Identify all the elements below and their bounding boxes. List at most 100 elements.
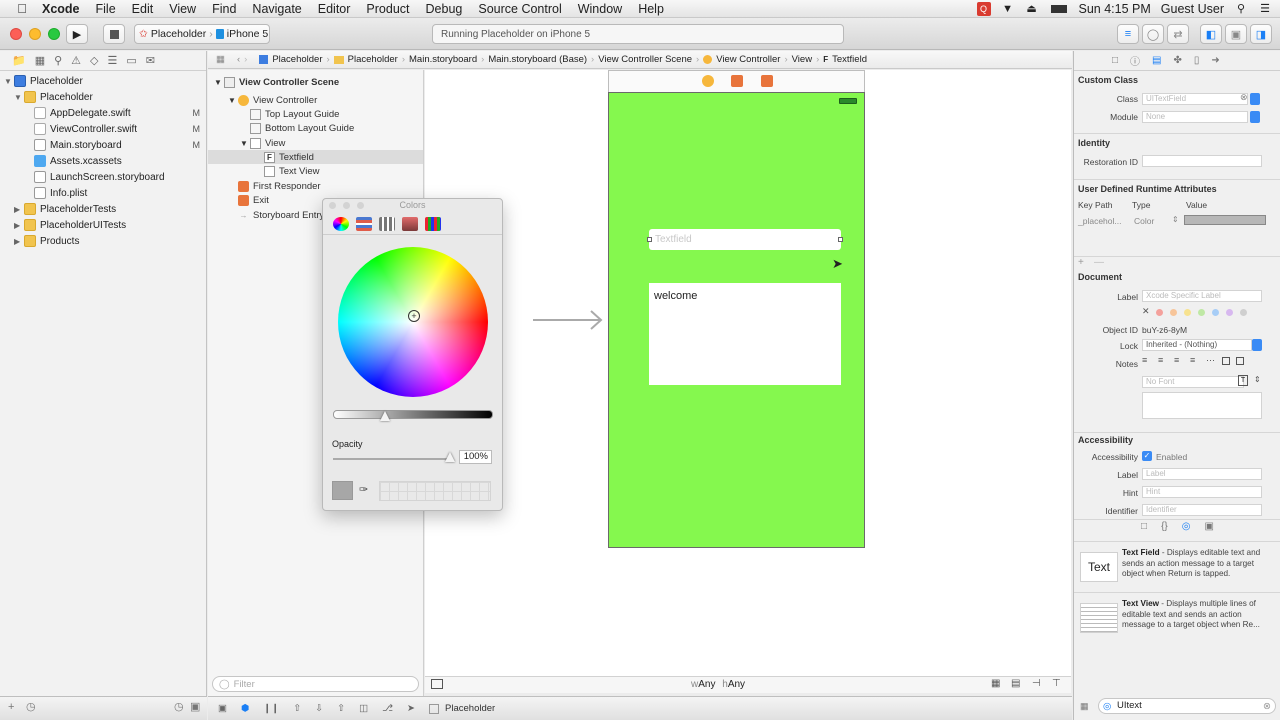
- step-out-icon[interactable]: ⇧: [337, 703, 345, 714]
- debug-icon[interactable]: ☰: [108, 54, 118, 67]
- pause-icon[interactable]: ❙❙: [263, 703, 279, 714]
- image-palettes-tab-icon[interactable]: [402, 216, 418, 231]
- udra-type-stepper-icon[interactable]: ⇕: [1172, 215, 1179, 224]
- outline-filter-input[interactable]: ◯ Filter: [212, 676, 419, 692]
- storyboard-entry-arrow[interactable]: [533, 310, 605, 330]
- wifi-icon[interactable]: ▼: [1001, 2, 1015, 16]
- disclosure-open-icon[interactable]: ▼: [4, 77, 14, 86]
- outline-scene[interactable]: ▼ View Controller Scene: [214, 75, 339, 89]
- object-library-icon[interactable]: ◎: [1182, 521, 1191, 539]
- notes-box-icon[interactable]: [1222, 357, 1230, 365]
- identifier-field[interactable]: Identifier: [1142, 504, 1262, 516]
- outline-view[interactable]: ▼ View: [240, 136, 285, 150]
- menu-navigate[interactable]: Navigate: [244, 2, 309, 16]
- colors-close-button[interactable]: [329, 202, 336, 209]
- user-name[interactable]: Guest User: [1161, 2, 1224, 16]
- breakpoints-icon[interactable]: ⬢: [241, 703, 249, 714]
- udra-keypath-cell[interactable]: _placehol...: [1078, 216, 1121, 226]
- debug-target[interactable]: Placeholder: [445, 703, 495, 714]
- iphone-view[interactable]: Textfield welcome: [608, 92, 865, 548]
- jump-item[interactable]: View Controller Scene: [598, 54, 692, 65]
- toggle-utilities-button[interactable]: ◨: [1250, 24, 1272, 44]
- opacity-slider[interactable]: [333, 458, 453, 460]
- jump-item[interactable]: View: [792, 54, 812, 65]
- textfield[interactable]: Textfield: [649, 229, 841, 250]
- location-icon[interactable]: ➤: [407, 703, 415, 714]
- notes-align-right-icon[interactable]: ≡: [1174, 355, 1179, 365]
- report-icon[interactable]: ✉: [146, 54, 155, 67]
- scm-filter-icon[interactable]: ▣: [190, 700, 200, 713]
- stop-button[interactable]: [103, 24, 125, 44]
- doc-label-field[interactable]: Xcode Specific Label: [1142, 290, 1262, 302]
- hint-field[interactable]: Hint: [1142, 486, 1262, 498]
- module-field[interactable]: None: [1142, 111, 1248, 123]
- crayons-tab-icon[interactable]: [425, 216, 441, 231]
- outline-text-view[interactable]: Text View: [264, 164, 319, 178]
- color-wheel[interactable]: [338, 247, 488, 397]
- library-item-text-view[interactable]: Text View - Displays multiple lines of e…: [1078, 599, 1274, 643]
- breakpoint-icon[interactable]: ▭: [126, 54, 136, 67]
- tree-item-launchscreen[interactable]: LaunchScreen.storyboard: [34, 169, 165, 185]
- jump-item[interactable]: Placeholder: [272, 54, 322, 65]
- search-icon[interactable]: ⚲: [54, 54, 62, 67]
- notes-align-left-icon[interactable]: ≡: [1142, 355, 1147, 365]
- label-color-yellow[interactable]: [1184, 309, 1191, 316]
- forward-icon[interactable]: ›: [244, 54, 247, 65]
- warning-icon[interactable]: ⚠: [71, 54, 81, 67]
- jump-item[interactable]: Placeholder: [348, 54, 398, 65]
- jump-item[interactable]: Main.storyboard: [409, 54, 477, 65]
- tree-item-viewcontroller[interactable]: ViewController.swift M: [34, 121, 204, 137]
- add-icon[interactable]: +: [8, 701, 14, 713]
- file-inspector-icon[interactable]: □: [1112, 55, 1118, 66]
- scheme-selector[interactable]: ✩ Placeholder › iPhone 5: [134, 24, 270, 44]
- label-color-orange[interactable]: [1170, 309, 1177, 316]
- notification-center-icon[interactable]: ☰: [1258, 2, 1272, 16]
- menu-debug[interactable]: Debug: [418, 2, 471, 16]
- tree-item-appdelegate[interactable]: AppDelegate.swift M: [34, 105, 204, 121]
- label-color-red[interactable]: [1156, 309, 1163, 316]
- tree-item-infoplist[interactable]: Info.plist: [34, 185, 87, 201]
- color-wheel-tab-icon[interactable]: [333, 216, 349, 231]
- exit-icon[interactable]: [761, 75, 773, 87]
- label-color-purple[interactable]: [1226, 309, 1233, 316]
- folder-icon[interactable]: 📁: [12, 54, 26, 67]
- stack-icon[interactable]: ▦: [991, 678, 1000, 689]
- outline-storyboard-entry[interactable]: → Storyboard Entry: [238, 208, 325, 222]
- tree-item-tests[interactable]: ▶ PlaceholderTests: [14, 201, 116, 217]
- color-sliders-tab-icon[interactable]: [356, 216, 372, 231]
- minimize-window-button[interactable]: [29, 28, 41, 40]
- notes-natural-icon[interactable]: ⋯: [1206, 355, 1215, 366]
- test-icon[interactable]: ◇: [90, 54, 98, 67]
- tree-item-main-storyboard[interactable]: Main.storyboard M: [34, 137, 204, 153]
- tree-item-uitests[interactable]: ▶ PlaceholderUITests: [14, 217, 126, 233]
- jump-item[interactable]: View Controller: [716, 54, 780, 65]
- back-icon[interactable]: ‹: [237, 54, 240, 65]
- menu-edit[interactable]: Edit: [124, 2, 162, 16]
- font-picker-icon[interactable]: T: [1238, 375, 1248, 386]
- eject-icon[interactable]: ⏏: [1025, 2, 1039, 16]
- view-controller-icon[interactable]: [702, 75, 714, 87]
- opacity-slider-knob[interactable]: [445, 452, 455, 462]
- menu-source-control[interactable]: Source Control: [470, 2, 569, 16]
- disclosure-closed-icon[interactable]: ▶: [14, 205, 24, 214]
- quick-help-icon[interactable]: ⓘ: [1130, 53, 1140, 68]
- label-color-gray[interactable]: [1240, 309, 1247, 316]
- outline-top-layout-guide[interactable]: Top Layout Guide: [250, 107, 339, 121]
- disclosure-open-icon[interactable]: ▼: [228, 96, 238, 105]
- run-button[interactable]: ▶: [66, 24, 88, 44]
- recording-icon[interactable]: Q: [976, 1, 991, 16]
- tree-item-products[interactable]: ▶ Products: [14, 233, 79, 249]
- jump-item[interactable]: Main.storyboard (Base): [488, 54, 587, 65]
- align-icon[interactable]: ▤: [1011, 678, 1020, 689]
- brightness-slider-knob[interactable]: [380, 411, 390, 421]
- size-class-control[interactable]: wAny hAny: [691, 679, 745, 690]
- saved-color-swatches[interactable]: [379, 481, 491, 501]
- lock-popup[interactable]: Inherited - (Nothing): [1142, 339, 1252, 351]
- opacity-value-field[interactable]: 100%: [459, 450, 492, 464]
- apple-menu-icon[interactable]: : [10, 1, 34, 16]
- pin-icon[interactable]: ⊣: [1032, 678, 1041, 689]
- battery-icon[interactable]: [1049, 2, 1069, 16]
- label-color-green[interactable]: [1198, 309, 1205, 316]
- recent-filter-icon[interactable]: ◷: [26, 700, 36, 713]
- font-stepper-icon[interactable]: ⇕: [1254, 375, 1261, 384]
